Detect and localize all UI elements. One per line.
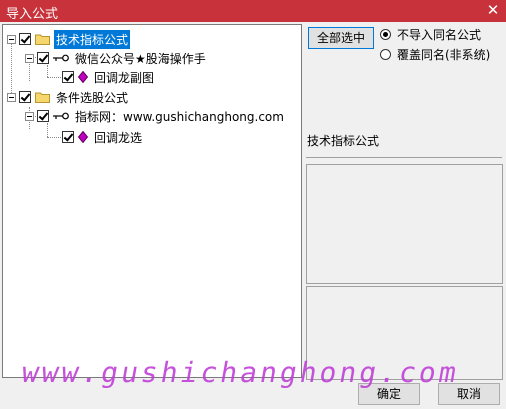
folder-icon: [35, 92, 50, 103]
tree-node-formula-huitiaolong-fu[interactable]: 回调龙副图: [62, 68, 156, 86]
tree-node-label: 回调龙选: [94, 130, 143, 145]
site-watermark: www.gushichanghong.com: [19, 356, 462, 389]
tree-node-label: 条件选股公式: [56, 90, 129, 105]
formula-tree[interactable]: 技术指标公式 微信公众号★股海操作手 回调龙副图 条件选股公式 指标网：www.…: [2, 24, 302, 378]
checkbox-screening[interactable]: [19, 91, 31, 103]
checkbox-author-site[interactable]: [37, 110, 49, 122]
tree-node-label: 回调龙副图: [94, 70, 155, 85]
tree-node-formula-huitiaolong-xuan[interactable]: 回调龙选: [62, 128, 144, 146]
tree-node-tech-indicators[interactable]: 技术指标公式: [7, 29, 131, 49]
radio-overwrite[interactable]: [380, 49, 391, 60]
checkbox-author-wechat[interactable]: [37, 52, 49, 64]
option-label: 覆盖同名(非系统): [397, 48, 491, 62]
key-icon: [53, 54, 69, 62]
collapse-toggle-icon[interactable]: [25, 53, 34, 63]
tree-node-screening[interactable]: 条件选股公式: [7, 88, 130, 106]
collapse-toggle-icon[interactable]: [7, 34, 16, 44]
formula-icon: [78, 71, 88, 83]
checkbox-formula-huitiaolong-fu[interactable]: [62, 71, 74, 83]
collapse-toggle-icon[interactable]: [7, 92, 16, 102]
tree-connector: [47, 137, 61, 138]
tree-node-author-site[interactable]: 指标网：www.gushichanghong.com: [25, 107, 286, 125]
formula-description-panel: [306, 164, 503, 284]
checkbox-tech-indicators[interactable]: [19, 33, 31, 45]
tree-connector: [47, 77, 61, 78]
close-icon[interactable]: ✕: [486, 1, 500, 19]
option-label: 不导入同名公式: [397, 28, 482, 42]
tree-node-label: 指标网：www.gushichanghong.com: [75, 109, 284, 124]
tree-node-label: 微信公众号★股海操作手: [75, 51, 206, 66]
checkbox-formula-huitiaolong-xuan[interactable]: [62, 131, 74, 143]
option-overwrite[interactable]: 覆盖同名(非系统): [380, 46, 490, 63]
window-title: 导入公式: [6, 7, 59, 22]
tree-node-label: 技术指标公式: [54, 29, 131, 49]
select-all-button[interactable]: 全部选中: [308, 27, 374, 49]
title-bar: 导入公式 ✕: [0, 0, 506, 22]
formula-icon: [78, 131, 88, 143]
folder-icon: [35, 34, 50, 45]
tree-connector: [47, 123, 48, 137]
key-icon: [53, 112, 69, 120]
collapse-toggle-icon[interactable]: [25, 111, 34, 121]
radio-skip-duplicates[interactable]: [380, 29, 391, 40]
formula-type-label: 技术指标公式: [306, 132, 502, 158]
tree-node-author-wechat[interactable]: 微信公众号★股海操作手: [25, 49, 208, 67]
option-skip-duplicates[interactable]: 不导入同名公式: [380, 26, 481, 43]
